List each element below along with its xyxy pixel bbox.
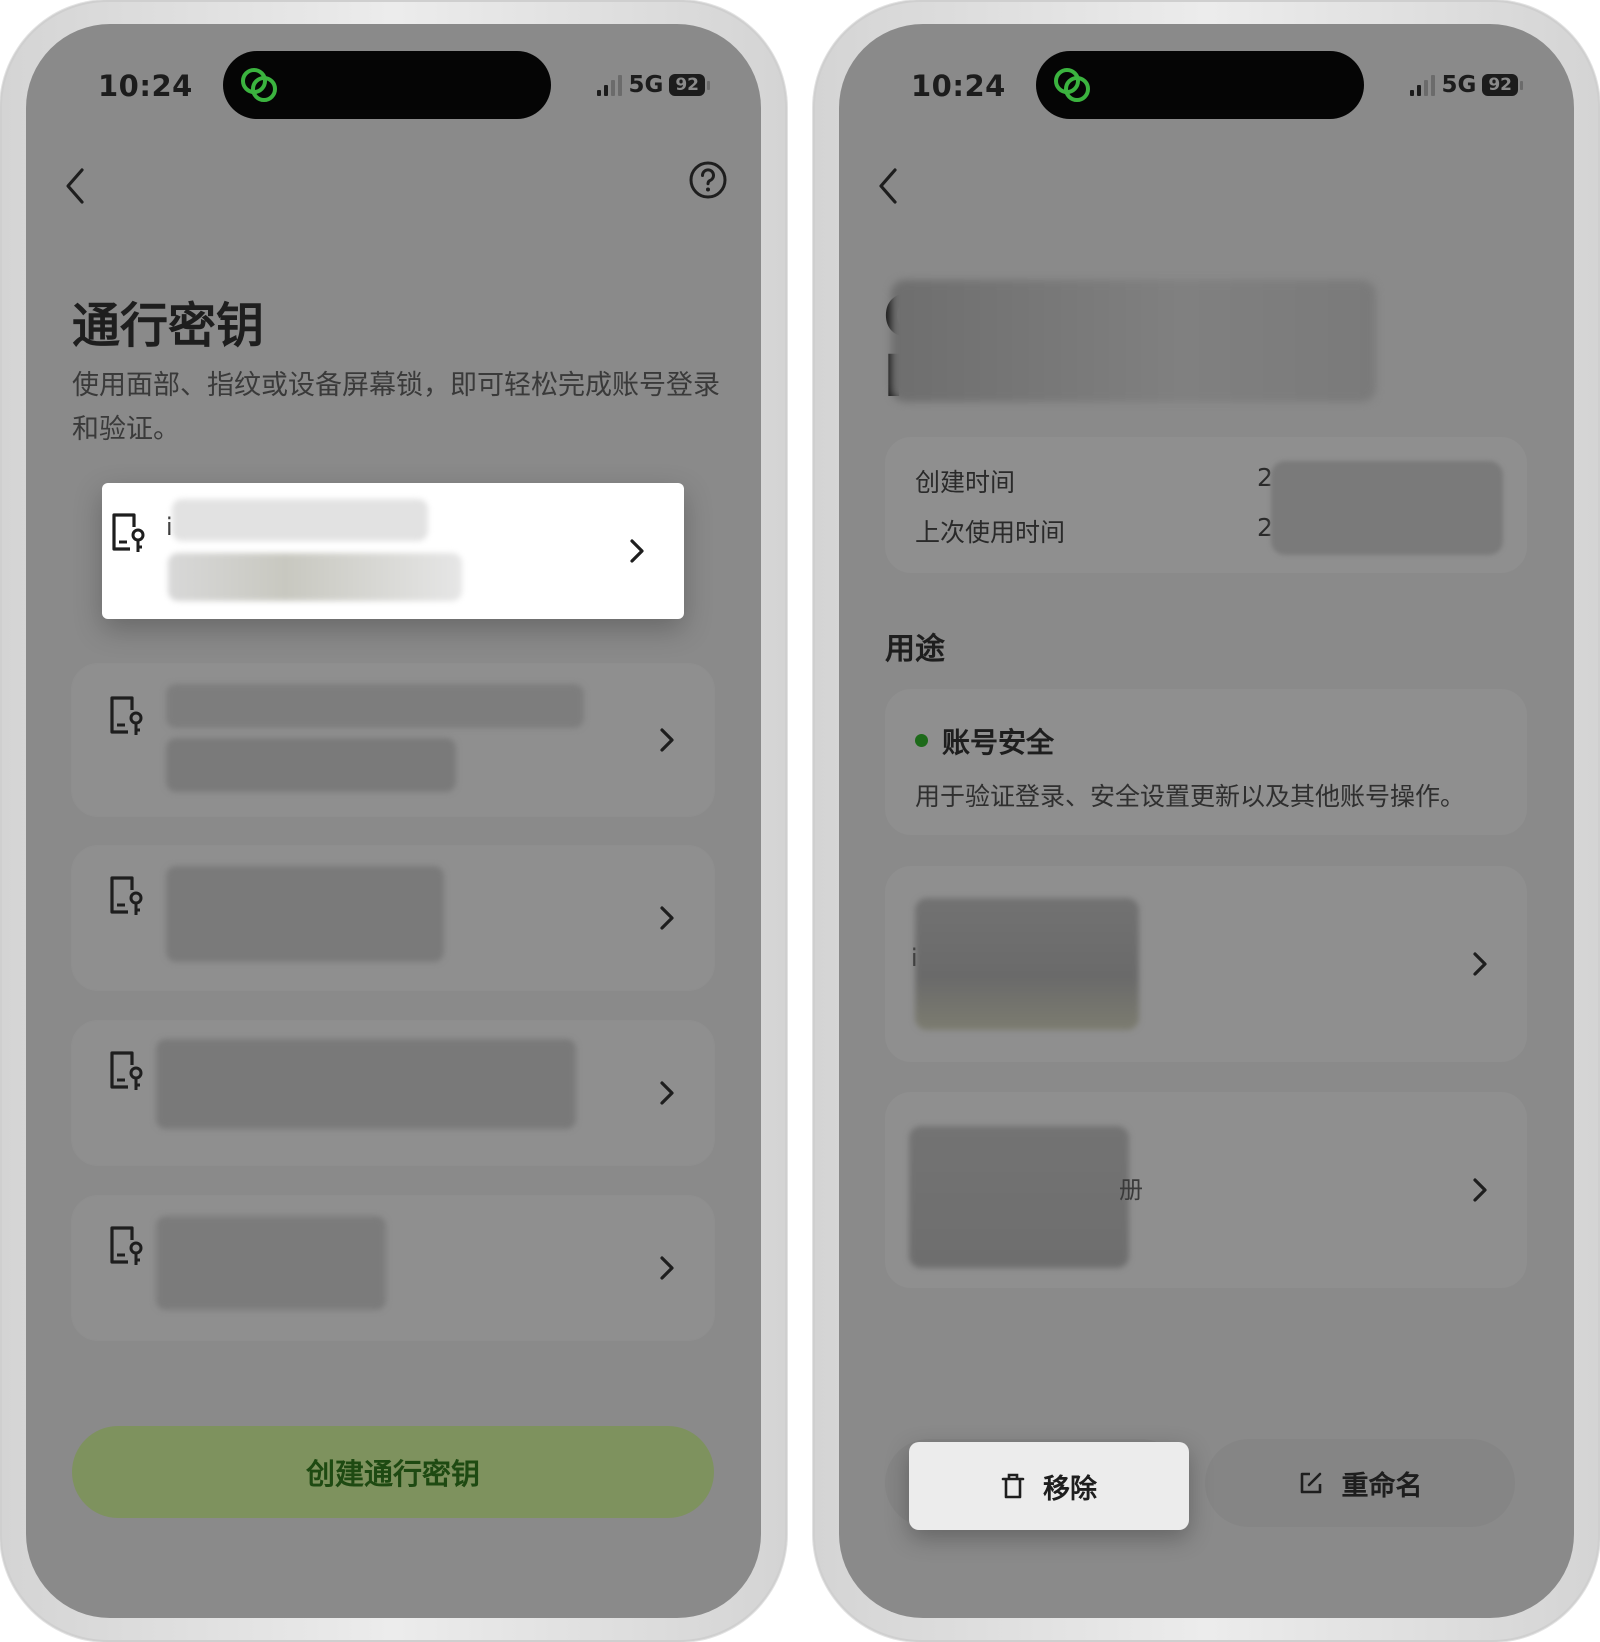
chevron-right-icon [660, 1081, 674, 1105]
help-button[interactable] [687, 159, 729, 201]
passkey-list-item[interactable] [72, 1196, 714, 1340]
linked-rings-icon [1054, 68, 1090, 102]
redacted-timestamps [1271, 461, 1503, 555]
passkeys-list-screen: 10:24 5G 92 通行密钥 使用面部、指纹或设备屏幕锁，即可轻松完成账号登… [26, 24, 761, 1618]
status-time: 10:24 [911, 69, 1006, 103]
remove-label: 移除 [1043, 1473, 1097, 1505]
page-title: 通行密钥 [72, 298, 265, 354]
purpose-description: 用于验证登录、安全设置更新以及其他账号操作。 [915, 782, 1466, 811]
chevron-right-icon [1473, 952, 1487, 976]
passkey-list-item[interactable] [72, 846, 714, 990]
battery-level: 92 [669, 74, 710, 96]
rename-label: 重命名 [1341, 1470, 1423, 1502]
status-indicators: 5G 92 [1410, 72, 1523, 98]
status-indicators: 5G 92 [597, 72, 710, 98]
redacted-passkey-name [172, 499, 428, 541]
dynamic-island [1036, 51, 1364, 119]
redacted-device-info [909, 1126, 1129, 1268]
redacted-passkey-detail [166, 738, 456, 792]
redacted-passkey-detail [168, 553, 462, 601]
passkey-list-item[interactable] [72, 1021, 714, 1165]
linked-rings-icon [241, 68, 277, 102]
passkey-device-icon [110, 696, 143, 735]
phone-frame-left: 10:24 5G 92 通行密钥 使用面部、指纹或设备屏幕锁，即可轻松完成账号登… [0, 0, 787, 1642]
page-subtitle: 使用面部、指纹或设备屏幕锁，即可轻松完成账号登录和验证。 [72, 370, 720, 445]
battery-level: 92 [1482, 74, 1523, 96]
network-type: 5G [1441, 72, 1477, 98]
redacted-passkey-name [166, 866, 444, 962]
create-passkey-button[interactable]: 创建通行密钥 [72, 1426, 714, 1518]
redacted-passkey-name [156, 1039, 576, 1129]
passkey-list-item[interactable]: i [102, 483, 684, 619]
last-used-label: 上次使用时间 [915, 518, 1066, 547]
device-list-item[interactable]: 册 [885, 1092, 1527, 1288]
passkey-device-icon [110, 876, 143, 915]
rename-button[interactable]: 重命名 [1205, 1439, 1515, 1527]
created-time-label: 创建时间 [915, 468, 1016, 497]
signal-icon [1410, 74, 1436, 96]
redacted-passkey-title [891, 280, 1376, 402]
chevron-right-icon [630, 539, 644, 563]
device-name-fragment: 册 [1119, 1176, 1143, 1204]
chevron-right-icon [660, 1256, 674, 1280]
chevron-right-icon [660, 728, 674, 752]
passkey-detail-screen: 10:24 5G 92 C I 创建时间 上次使用时间 2 2 用途 [839, 24, 1574, 1618]
passkey-device-icon [110, 1226, 143, 1265]
passkey-device-icon [112, 513, 145, 552]
dynamic-island [223, 51, 551, 119]
trash-icon [1001, 1473, 1025, 1499]
back-button[interactable] [869, 160, 909, 216]
purpose-card: 账号安全 用于验证登录、安全设置更新以及其他账号操作。 [885, 689, 1527, 835]
redacted-passkey-name [156, 1216, 386, 1310]
status-dot [915, 734, 928, 747]
back-button[interactable] [56, 160, 96, 216]
signal-icon [597, 74, 623, 96]
network-type: 5G [628, 72, 664, 98]
usage-heading: 用途 [885, 632, 945, 667]
redacted-passkey-name [166, 684, 584, 728]
passkey-info-panel: 创建时间 上次使用时间 2 2 [885, 437, 1527, 573]
purpose-title: 账号安全 [942, 726, 1055, 759]
phone-frame-right: 10:24 5G 92 C I 创建时间 上次使用时间 2 2 用途 [813, 0, 1600, 1642]
status-time: 10:24 [98, 69, 193, 103]
chevron-right-icon [660, 906, 674, 930]
redacted-device-info [915, 898, 1139, 1030]
passkey-list-item[interactable] [72, 664, 714, 816]
passkey-device-icon [110, 1051, 143, 1090]
edit-icon [1300, 1472, 1321, 1494]
chevron-right-icon [1473, 1178, 1487, 1202]
device-list-item[interactable]: i [885, 866, 1527, 1062]
remove-button[interactable]: 移除 [909, 1442, 1189, 1530]
